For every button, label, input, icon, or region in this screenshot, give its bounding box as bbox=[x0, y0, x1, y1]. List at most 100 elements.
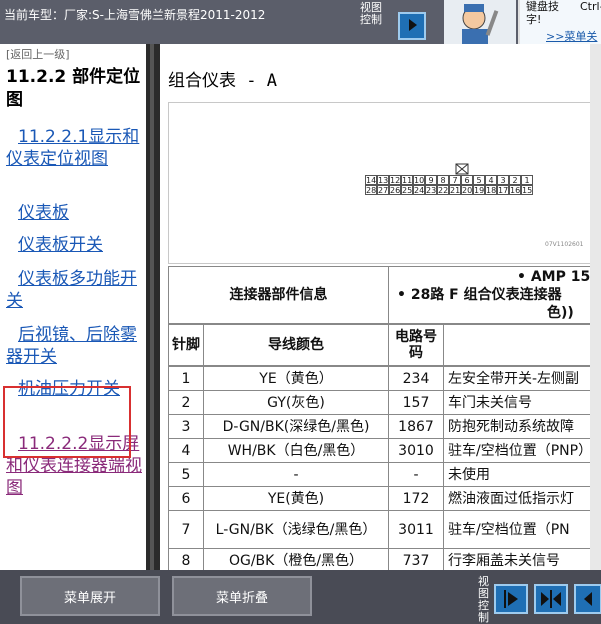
split-view-icon bbox=[541, 590, 561, 608]
prev-view-button[interactable] bbox=[574, 584, 601, 614]
connector-pin: 10 bbox=[413, 175, 425, 185]
cell-function: 防抱死制动系统故障 bbox=[443, 414, 601, 439]
page-title: 组合仪表 - A bbox=[168, 71, 277, 91]
cell-wire-color: OG/BK（橙色/黑色） bbox=[203, 548, 389, 570]
connector-pin: 15 bbox=[521, 185, 533, 195]
cell-pin: 8 bbox=[168, 548, 204, 570]
cell-wire-color: L-GN/BK（浅绿色/黑色） bbox=[203, 510, 389, 549]
cell-function: 左安全带开关-左侧副 bbox=[443, 366, 601, 391]
connector-pin: 19 bbox=[473, 185, 485, 195]
cell-function: 燃油液面过低指示灯 bbox=[443, 486, 601, 511]
cell-wire-color: GY(灰色) bbox=[203, 390, 389, 415]
connector-pin: 16 bbox=[509, 185, 521, 195]
nav-item-instrument-panel[interactable]: 仪表板 bbox=[6, 202, 142, 224]
keyboard-tip: 键盘技 字! Ctrl- >>菜单关 bbox=[518, 0, 601, 44]
connector-pin: 12 bbox=[389, 175, 401, 185]
cell-function: 驻车/空档位置（PN bbox=[443, 510, 601, 549]
mascot-image bbox=[444, 0, 516, 44]
connector-pin: 14 bbox=[365, 175, 377, 185]
cell-pin: 4 bbox=[168, 438, 204, 463]
cell-pin: 1 bbox=[168, 366, 204, 391]
connector-pin: 13 bbox=[377, 175, 389, 185]
cell-pin: 5 bbox=[168, 462, 204, 487]
vertical-scrollbar[interactable] bbox=[590, 44, 601, 570]
cell-circuit: 157 bbox=[388, 390, 444, 415]
content-panel: 组合仪表 - A 14 13 12 11 10 9 8 7 6 5 4 3 2 1 28 27 26 25 24 23… bbox=[160, 44, 601, 570]
info-line-1: • AMP 1565 bbox=[517, 269, 601, 285]
nav-item-instrument-panel-switch[interactable]: 仪表板开关 bbox=[6, 234, 142, 256]
nav-item-multifunction-switch[interactable]: 仪表板多功能开关 bbox=[6, 268, 142, 312]
connector-pin: 28 bbox=[365, 185, 377, 195]
view-control-label-bottom: 视图控制 bbox=[478, 575, 489, 624]
cell-wire-color: D-GN/BK(深绿色/黑色) bbox=[203, 414, 389, 439]
next-view-button-bottom[interactable] bbox=[494, 584, 528, 614]
key-marker-icon bbox=[455, 163, 469, 175]
top-bar: 当前车型：厂家:S-上海雪佛兰新景程2011-2012 视图控制 键盘技 字! … bbox=[0, 0, 601, 44]
cell-pin: 6 bbox=[168, 486, 204, 511]
connector-pin: 18 bbox=[485, 185, 497, 195]
connector-pin: 24 bbox=[413, 185, 425, 195]
splitter-grip bbox=[150, 44, 154, 570]
info-line-2: • 28路 F 组合仪表连接器 bbox=[397, 287, 562, 303]
cell-circuit: 737 bbox=[388, 548, 444, 570]
info-header: 连接器部件信息 bbox=[168, 266, 389, 324]
current-car-model: 当前车型：厂家:S-上海雪佛兰新景程2011-2012 bbox=[4, 8, 266, 22]
split-view-button[interactable] bbox=[534, 584, 568, 614]
active-nav-highlight bbox=[3, 386, 131, 458]
connector-pin: 8 bbox=[437, 175, 449, 185]
connector-pin: 27 bbox=[377, 185, 389, 195]
cell-function: 车门未关信号 bbox=[443, 390, 601, 415]
cell-function: 驻车/空档位置（PNP） bbox=[443, 438, 601, 463]
view-control-label: 视图控制 bbox=[360, 1, 382, 26]
connector-pin: 3 bbox=[497, 175, 509, 185]
connector-pin: 11 bbox=[401, 175, 413, 185]
connector-pin: 20 bbox=[461, 185, 473, 195]
cell-function: 行李厢盖未关信号 bbox=[443, 548, 601, 570]
connector-pin: 1 bbox=[521, 175, 533, 185]
left-nav-panel: [返回上一级] 11.2.2 部件定位图 11.2.2.1显示和仪表定位视图 仪… bbox=[0, 44, 146, 570]
nav-item-display-locator[interactable]: 11.2.2.1显示和仪表定位视图 bbox=[6, 126, 142, 170]
tip-line-2: 字! bbox=[526, 13, 542, 26]
col-header-pin: 针脚 bbox=[168, 324, 204, 366]
connector-pin: 26 bbox=[389, 185, 401, 195]
connector-pin: 22 bbox=[437, 185, 449, 195]
play-icon bbox=[504, 590, 518, 608]
cell-circuit: 172 bbox=[388, 486, 444, 511]
connector-pin: 4 bbox=[485, 175, 497, 185]
connector-pin: 6 bbox=[461, 175, 473, 185]
cell-wire-color: YE（黄色） bbox=[203, 366, 389, 391]
cell-circuit: 3010 bbox=[388, 438, 444, 463]
cell-function: 未使用 bbox=[443, 462, 601, 487]
menu-close-link[interactable]: >>菜单关 bbox=[546, 28, 597, 44]
collapse-menu-button[interactable]: 菜单折叠 bbox=[172, 576, 312, 616]
nav-item-mirror-defog-switch[interactable]: 后视镜、后除雾器开关 bbox=[6, 324, 142, 368]
connector-pin: 5 bbox=[473, 175, 485, 185]
reverse-icon bbox=[584, 592, 592, 606]
cell-circuit: - bbox=[388, 462, 444, 487]
connector-pin: 2 bbox=[509, 175, 521, 185]
back-link[interactable]: [返回上一级] bbox=[6, 46, 70, 62]
bottom-bar: 菜单展开 菜单折叠 视图控制 bbox=[0, 570, 601, 624]
cell-circuit: 234 bbox=[388, 366, 444, 391]
col-header-wire: 导线颜色 bbox=[203, 324, 389, 366]
col-header-circuit: 电路号码 bbox=[388, 324, 444, 366]
figure-code: 07V1102601 bbox=[545, 241, 584, 248]
cell-pin: 3 bbox=[168, 414, 204, 439]
connector-pin: 25 bbox=[401, 185, 413, 195]
connector-pin: 17 bbox=[497, 185, 509, 195]
expand-menu-button[interactable]: 菜单展开 bbox=[20, 576, 160, 616]
col-header-function: 功 bbox=[443, 324, 601, 366]
cell-pin: 7 bbox=[168, 510, 204, 549]
tip-shortcut: Ctrl- bbox=[580, 0, 601, 13]
cell-pin: 2 bbox=[168, 390, 204, 415]
cell-circuit: 1867 bbox=[388, 414, 444, 439]
next-view-button[interactable] bbox=[398, 12, 426, 40]
connector-pin: 23 bbox=[425, 185, 437, 195]
info-details: • AMP 1565 • 28路 F 组合仪表连接器 色)) bbox=[388, 266, 601, 324]
section-title: 11.2.2 部件定位图 bbox=[6, 67, 141, 110]
tip-line-1: 键盘技 bbox=[526, 0, 559, 13]
cell-wire-color: WH/BK（白色/黑色） bbox=[203, 438, 389, 463]
connector-pin: 9 bbox=[425, 175, 437, 185]
play-icon bbox=[409, 19, 417, 31]
cell-circuit: 3011 bbox=[388, 510, 444, 549]
